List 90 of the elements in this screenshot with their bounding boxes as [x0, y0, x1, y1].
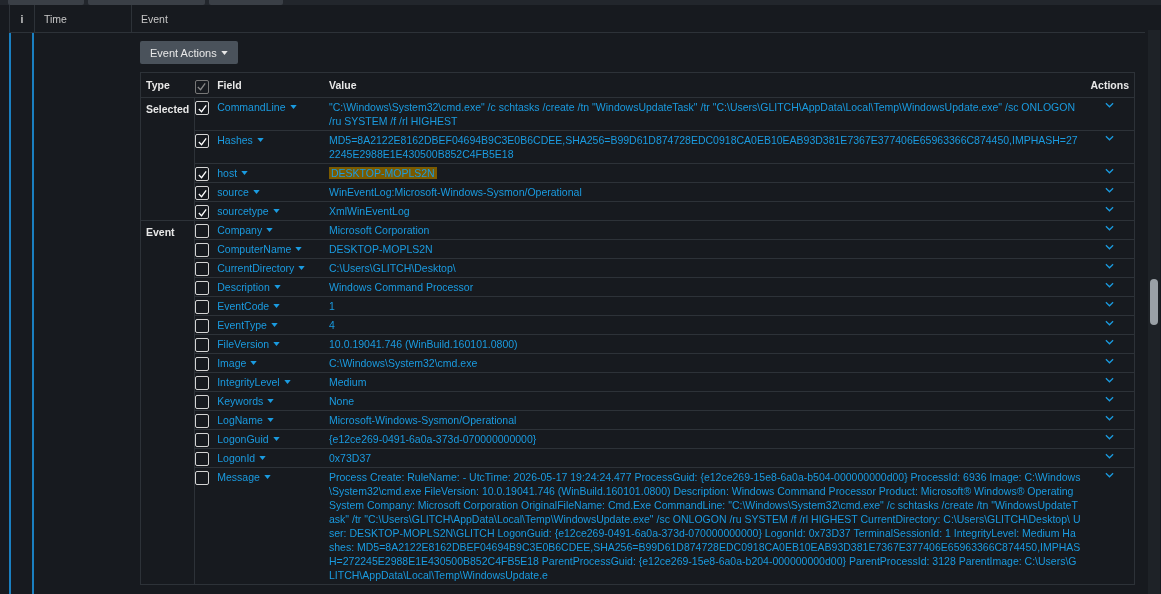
field-name-link[interactable]: IntegrityLevel: [217, 375, 291, 389]
chevron-down-icon[interactable]: [1105, 358, 1115, 364]
chevron-down-icon[interactable]: [1105, 225, 1115, 231]
field-name-link[interactable]: EventCode: [217, 299, 281, 313]
field-name-link[interactable]: Hashes: [217, 133, 264, 147]
field-value: 1: [329, 300, 335, 312]
caret-icon: [259, 456, 267, 460]
caret-icon: [273, 285, 281, 289]
field-name-link[interactable]: source: [217, 185, 260, 199]
chevron-down-icon[interactable]: [1105, 415, 1115, 421]
chevron-down-icon[interactable]: [1105, 396, 1115, 402]
field-name-link[interactable]: CommandLine: [217, 100, 297, 114]
caret-icon: [298, 266, 306, 270]
field-name-link[interactable]: EventType: [217, 318, 278, 332]
chevron-down-icon[interactable]: [1105, 301, 1115, 307]
chevron-down-icon[interactable]: [1105, 244, 1115, 250]
caret-icon: [272, 437, 280, 441]
field-name-link[interactable]: CurrentDirectory: [217, 261, 306, 275]
field-value: DESKTOP-MOPLS2N: [329, 243, 433, 255]
field-name-link[interactable]: host: [217, 166, 249, 180]
column-header[interactable]: Time: [34, 5, 131, 32]
field-value: {e12ce269-0491-6a0a-373d-070000000000}: [329, 433, 537, 445]
column-header: Type: [140, 72, 195, 98]
field-name-link[interactable]: FileVersion: [217, 337, 281, 351]
field-value: Microsoft-Windows-Sysmon/Operational: [329, 414, 517, 426]
field-value: Process Create: RuleName: - UtcTime: 2026-05-17 19:24:24.477 ProcessGuid: {e12ce269-15e8-6a0a-b504-000000000d00} ProcessId: 6936 Image: C:\Windows\System32\cmd.exe FileVersion: 10.0.19041.746 (WinBuild.160101.0800) Description: Windows Command Processor Product: Microsoft® Windows® Operating System Company: Microsoft Corporation OriginalFileName: Cmd.Exe CommandLine: "C:\Windows\System32\cmd.exe" /c schtasks /create /tn "WindowsUpdateTask" /tr "C:\Users\GLITCH\AppData\Local\Temp\WindowsUpdate.exe" /sc ONLOGON /ru SYSTEM /f /rl HIGHEST CurrentDirectory: C:\Users\GLITCH\Desktop\ User: DESKTOP-MOPLS2N\GLITCH LogonGuid: {e12ce269-0491-6a0a-373d-070000000000} LogonId: 0x73D37 TerminalSessionId: 1 IntegrityLevel: Medium Hashes: MD5=8A2122E8162DBEF04694B9C3E0B6CDEE,SHA256=B99D61D874728EDC0918CA0EB10EAB93D381E7367E377406E65963366C874450,IMPHASH=272245E2988E1E430500B852C4FB5E18 ParentProcessGuid: {e12ce269-15e8-6a0a-b204-000000000d00} ParentProcessId: 3128 ParentImage: C:\Users\GLITCH\AppData\Local\Temp\WindowsUpdate.e: [329, 471, 1081, 581]
column-header: Field: [212, 72, 325, 98]
scrollbar-thumb[interactable]: [1150, 279, 1158, 325]
chevron-down-icon[interactable]: [1105, 187, 1115, 193]
column-header: Value: [324, 72, 1086, 98]
caret-icon: [289, 105, 297, 109]
chevron-down-icon[interactable]: [1105, 472, 1115, 478]
field-name-link[interactable]: Keywords: [217, 394, 275, 408]
field-value: 10.0.19041.746 (WinBuild.160101.0800): [329, 338, 518, 350]
field-value: XmlWinEventLog: [329, 205, 410, 217]
field-name-link[interactable]: LogonId: [217, 451, 267, 465]
field-value: Microsoft Corporation: [329, 224, 430, 236]
chevron-down-icon[interactable]: [1105, 102, 1115, 108]
caret-icon: [252, 190, 260, 194]
field-value: MD5=8A2122E8162DBEF04694B9C3E0B6CDEE,SHA256=B99D61D874728EDC0918CA0EB10EAB93D381E7367E377406E65963366C874450,IMPHASH=272245E2988E1E430500B852C4FB5E18: [329, 134, 1078, 160]
caret-icon: [266, 418, 274, 422]
chevron-down-icon[interactable]: [1105, 453, 1115, 459]
chevron-down-icon[interactable]: [1105, 135, 1115, 141]
field-value: "C:\Windows\System32\cmd.exe" /c schtasks /create /tn "WindowsUpdateTask" /tr "C:\Users\GLITCH\AppData\Local\Temp\WindowsUpdate.exe" /sc ONLOGON /ru SYSTEM /f /rl HIGHEST: [329, 101, 1075, 127]
chevron-down-icon[interactable]: [1105, 282, 1115, 288]
field-name-link[interactable]: ComputerName: [217, 242, 303, 256]
field-name-link[interactable]: LogonGuid: [217, 432, 280, 446]
field-value: 0x73D37: [329, 452, 372, 464]
field-name-link[interactable]: sourcetype: [217, 204, 280, 218]
field-value: C:\Users\GLITCH\Desktop\: [329, 262, 456, 274]
caret-icon: [256, 138, 264, 142]
field-value: 4: [329, 319, 335, 331]
field-value: DESKTOP-MOPLS2N: [329, 167, 437, 179]
field-value: None: [329, 395, 355, 407]
chevron-down-icon[interactable]: [1105, 263, 1115, 269]
caret-icon: [273, 304, 281, 308]
scrollbar[interactable]: [1148, 30, 1160, 594]
chevron-down-icon[interactable]: [1105, 434, 1115, 440]
caret-icon: [295, 247, 303, 251]
column-header[interactable]: i: [9, 5, 34, 32]
chevron-down-icon[interactable]: [1105, 320, 1115, 326]
checkbox[interactable]: [194, 79, 209, 94]
field-value: Windows Command Processor: [329, 281, 474, 293]
field-name-link[interactable]: Message: [217, 470, 271, 484]
caret-icon: [250, 361, 258, 365]
caret-icon: [283, 380, 291, 384]
event-actions-button[interactable]: Event Actions: [140, 41, 238, 64]
caret-icon: [220, 50, 228, 55]
field-name-link[interactable]: Company: [217, 223, 274, 237]
chevron-down-icon[interactable]: [1105, 206, 1115, 212]
caret-icon: [267, 399, 275, 403]
chevron-down-icon[interactable]: [1105, 168, 1115, 174]
field-name-link[interactable]: Description: [217, 280, 281, 294]
chevron-down-icon[interactable]: [1105, 339, 1115, 345]
field-value: WinEventLog:Microsoft-Windows-Sysmon/Operational: [329, 186, 582, 198]
caret-icon: [270, 323, 278, 327]
field-value: Medium: [329, 376, 367, 388]
caret-icon: [273, 342, 281, 346]
caret-icon: [263, 475, 271, 479]
column-header[interactable]: Event: [131, 5, 1145, 32]
group-type-label: Selected: [146, 103, 190, 115]
field-value: C:\Windows\System32\cmd.exe: [329, 357, 478, 369]
caret-icon: [272, 209, 280, 213]
group-type-label: Event: [146, 226, 175, 238]
caret-icon: [241, 171, 249, 175]
column-header: Actions: [1085, 72, 1135, 98]
caret-icon: [266, 228, 274, 232]
field-name-link[interactable]: Image: [217, 356, 258, 370]
field-name-link[interactable]: LogName: [217, 413, 274, 427]
chevron-down-icon[interactable]: [1105, 377, 1115, 383]
